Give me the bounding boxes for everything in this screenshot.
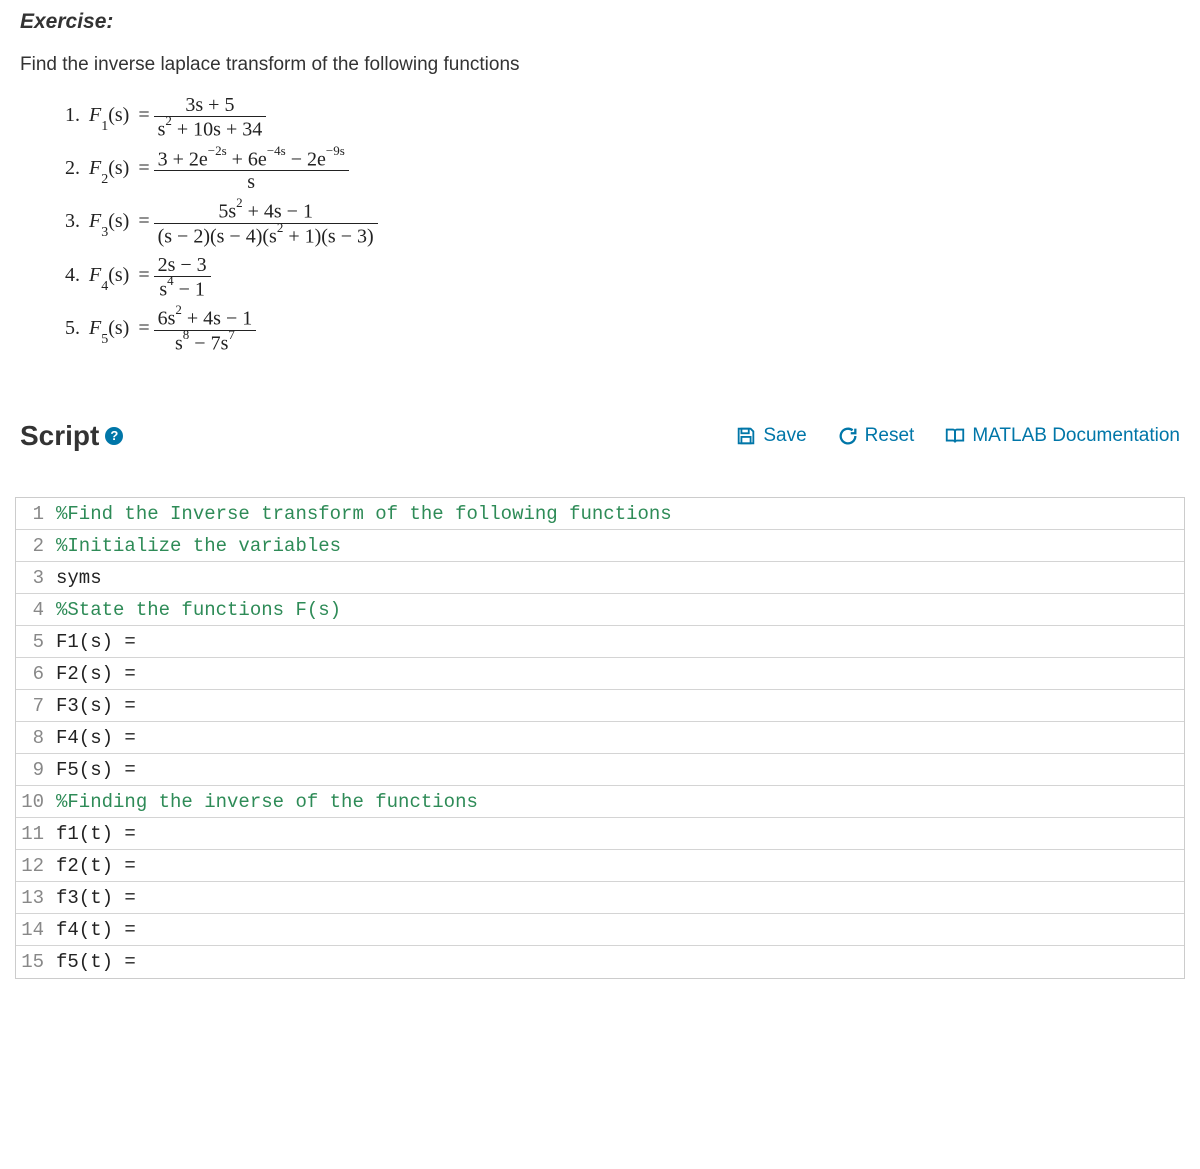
math-item: 1. F1(s) = 3s + 5s2 + 10s + 34 bbox=[65, 94, 1180, 141]
toolbar: Save Reset MATLAB Documentation bbox=[735, 425, 1180, 447]
editor-line[interactable]: 6F2(s) = bbox=[16, 658, 1184, 690]
editor-line[interactable]: 1%Find the Inverse transform of the foll… bbox=[16, 498, 1184, 530]
editor-line[interactable]: 8F4(s) = bbox=[16, 722, 1184, 754]
numerator: 5s2 + 4s − 1 bbox=[214, 199, 317, 223]
fraction: 3s + 5s2 + 10s + 34 bbox=[154, 94, 267, 141]
line-number: 3 bbox=[16, 562, 50, 593]
denominator: s2 + 10s + 34 bbox=[154, 117, 267, 141]
save-icon bbox=[735, 425, 757, 447]
editor-line[interactable]: 10%Finding the inverse of the functions bbox=[16, 786, 1184, 818]
fraction: 5s2 + 4s − 1(s − 2)(s − 4)(s2 + 1)(s − 3… bbox=[154, 199, 378, 247]
editor-line[interactable]: 5F1(s) = bbox=[16, 626, 1184, 658]
doc-button[interactable]: MATLAB Documentation bbox=[944, 425, 1180, 447]
editor-line[interactable]: 4%State the functions F(s) bbox=[16, 594, 1184, 626]
math-item: 2. F2(s) = 3 + 2e−2s + 6e−4s − 2e−9ss bbox=[65, 147, 1180, 194]
fraction: 6s2 + 4s − 1s8 − 7s7 bbox=[154, 306, 257, 354]
line-number: 2 bbox=[16, 530, 50, 561]
math-lhs: 3. F3(s) = bbox=[65, 210, 154, 236]
numerator: 6s2 + 4s − 1 bbox=[154, 306, 257, 330]
line-number: 10 bbox=[16, 786, 50, 817]
code-text[interactable]: f3(t) = bbox=[50, 882, 136, 913]
numerator: 2s − 3 bbox=[154, 254, 211, 276]
code-text[interactable]: F2(s) = bbox=[50, 658, 136, 689]
doc-label: MATLAB Documentation bbox=[972, 425, 1180, 447]
code-text[interactable]: %State the functions F(s) bbox=[50, 594, 341, 625]
line-number: 12 bbox=[16, 850, 50, 881]
code-text[interactable]: F1(s) = bbox=[50, 626, 136, 657]
code-text[interactable]: F4(s) = bbox=[50, 722, 136, 753]
editor-line[interactable]: 14f4(t) = bbox=[16, 914, 1184, 946]
editor-line[interactable]: 2%Initialize the variables bbox=[16, 530, 1184, 562]
reset-label: Reset bbox=[865, 425, 915, 447]
book-icon bbox=[944, 425, 966, 447]
save-label: Save bbox=[763, 425, 806, 447]
code-text[interactable]: %Finding the inverse of the functions bbox=[50, 786, 478, 817]
reset-icon bbox=[837, 425, 859, 447]
code-text[interactable]: f5(t) = bbox=[50, 946, 136, 978]
editor-line[interactable]: 11f1(t) = bbox=[16, 818, 1184, 850]
code-text[interactable]: %Find the Inverse transform of the follo… bbox=[50, 498, 672, 529]
line-number: 7 bbox=[16, 690, 50, 721]
script-toolbar-row: Script ? Save Reset MATLAB Documentation bbox=[20, 420, 1180, 452]
line-number: 11 bbox=[16, 818, 50, 849]
line-number: 9 bbox=[16, 754, 50, 785]
line-number: 4 bbox=[16, 594, 50, 625]
instruction-text: Find the inverse laplace transform of th… bbox=[20, 54, 1180, 76]
math-lhs: 4. F4(s) = bbox=[65, 264, 154, 290]
math-item: 3. F3(s) = 5s2 + 4s − 1(s − 2)(s − 4)(s2… bbox=[65, 199, 1180, 247]
line-number: 8 bbox=[16, 722, 50, 753]
denominator: s4 − 1 bbox=[155, 277, 209, 301]
math-lhs: 2. F2(s) = bbox=[65, 157, 154, 183]
denominator: s bbox=[243, 171, 259, 193]
code-text[interactable]: f2(t) = bbox=[50, 850, 136, 881]
numerator: 3s + 5 bbox=[181, 94, 238, 116]
script-heading: Script bbox=[20, 420, 99, 452]
reset-button[interactable]: Reset bbox=[837, 425, 915, 447]
editor-line[interactable]: 9F5(s) = bbox=[16, 754, 1184, 786]
line-number: 5 bbox=[16, 626, 50, 657]
editor-line[interactable]: 3syms bbox=[16, 562, 1184, 594]
code-text[interactable]: f1(t) = bbox=[50, 818, 136, 849]
fraction: 2s − 3s4 − 1 bbox=[154, 254, 211, 301]
code-text[interactable]: F3(s) = bbox=[50, 690, 136, 721]
editor-line[interactable]: 13f3(t) = bbox=[16, 882, 1184, 914]
help-icon[interactable]: ? bbox=[105, 427, 123, 445]
code-text[interactable]: f4(t) = bbox=[50, 914, 136, 945]
line-number: 6 bbox=[16, 658, 50, 689]
exercise-title: Exercise: bbox=[20, 10, 1180, 34]
denominator: (s − 2)(s − 4)(s2 + 1)(s − 3) bbox=[154, 224, 378, 248]
code-text[interactable]: %Initialize the variables bbox=[50, 530, 341, 561]
denominator: s8 − 7s7 bbox=[171, 331, 239, 355]
code-text[interactable]: syms bbox=[50, 562, 102, 593]
line-number: 13 bbox=[16, 882, 50, 913]
save-button[interactable]: Save bbox=[735, 425, 806, 447]
fraction: 3 + 2e−2s + 6e−4s − 2e−9ss bbox=[154, 147, 349, 194]
editor-line[interactable]: 7F3(s) = bbox=[16, 690, 1184, 722]
numerator: 3 + 2e−2s + 6e−4s − 2e−9s bbox=[154, 147, 349, 171]
editor-line[interactable]: 12f2(t) = bbox=[16, 850, 1184, 882]
line-number: 15 bbox=[16, 946, 50, 978]
math-list: 1. F1(s) = 3s + 5s2 + 10s + 342. F2(s) =… bbox=[65, 94, 1180, 355]
math-item: 4. F4(s) = 2s − 3s4 − 1 bbox=[65, 254, 1180, 301]
line-number: 14 bbox=[16, 914, 50, 945]
math-item: 5. F5(s) = 6s2 + 4s − 1s8 − 7s7 bbox=[65, 306, 1180, 354]
code-editor[interactable]: 1%Find the Inverse transform of the foll… bbox=[15, 497, 1185, 979]
math-lhs: 5. F5(s) = bbox=[65, 317, 154, 343]
script-heading-group: Script ? bbox=[20, 420, 123, 452]
line-number: 1 bbox=[16, 498, 50, 529]
code-text[interactable]: F5(s) = bbox=[50, 754, 136, 785]
editor-line[interactable]: 15f5(t) = bbox=[16, 946, 1184, 978]
math-lhs: 1. F1(s) = bbox=[65, 104, 154, 130]
